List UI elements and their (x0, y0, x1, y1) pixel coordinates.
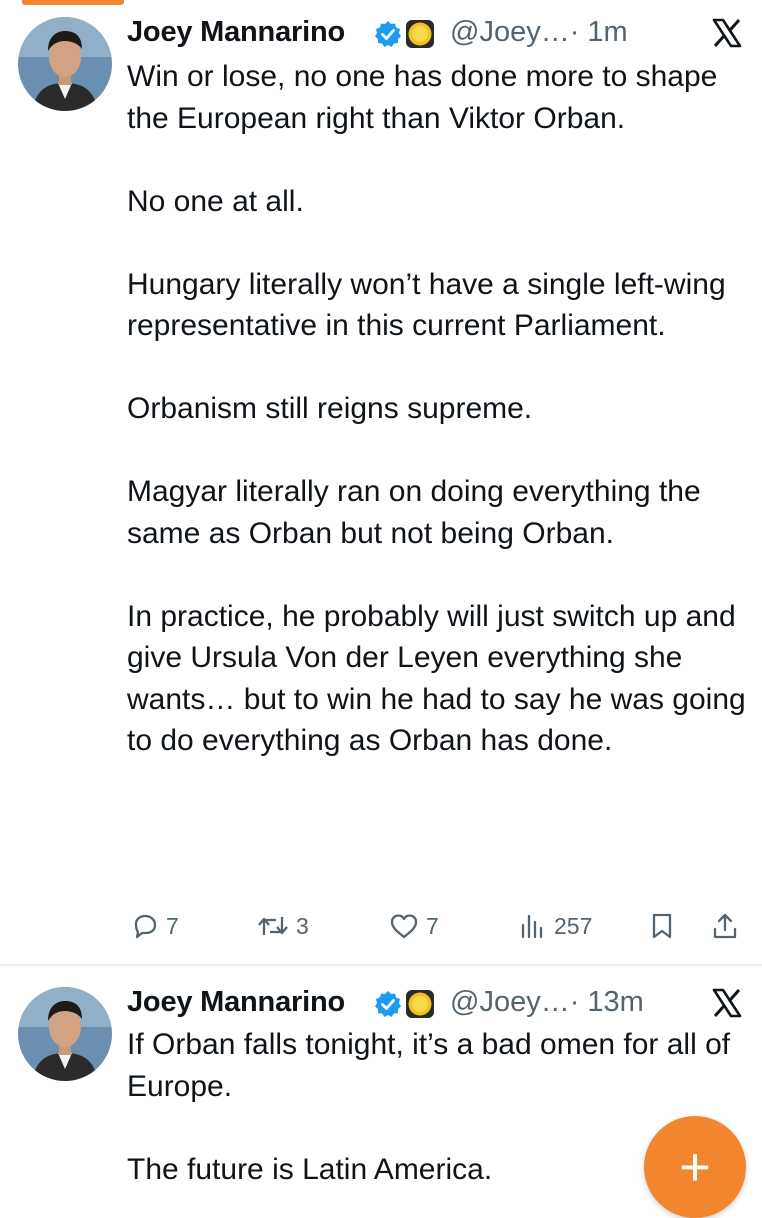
coin-emoji-icon (406, 20, 434, 48)
repost-button[interactable]: 3 (256, 903, 309, 949)
like-icon (390, 914, 418, 939)
handle[interactable]: @Joey… (450, 986, 570, 1018)
tweet-text: Win or lose, no one has done more to sha… (127, 56, 747, 762)
timestamp[interactable]: · 13m (570, 986, 644, 1018)
compose-button[interactable]: + (644, 1116, 746, 1218)
avatar[interactable] (18, 17, 112, 111)
views-icon (521, 914, 543, 939)
handle[interactable]: @Joey… (450, 16, 570, 48)
views-button[interactable]: 257 (518, 903, 592, 949)
timestamp[interactable]: · 1m (570, 16, 628, 48)
reply-icon (134, 914, 157, 939)
x-logo-icon (712, 18, 742, 48)
reply-button[interactable]: 7 (130, 903, 179, 949)
tweet-header: Joey Mannarino @Joey…· 1m (127, 14, 762, 54)
share-button[interactable] (710, 903, 740, 949)
tweet-paragraph: Orbanism still reigns supreme. (127, 392, 533, 425)
tweet-paragraph: If Orban falls tonight, it’s a bad omen … (127, 1028, 731, 1103)
repost-count: 3 (296, 912, 309, 939)
reply-count: 7 (166, 912, 179, 939)
author-name[interactable]: Joey Mannarino (127, 986, 345, 1019)
tweet-paragraph: Magyar literally ran on doing everything… (127, 475, 701, 550)
share-icon (713, 913, 737, 939)
tweet-paragraph: Win or lose, no one has done more to sha… (127, 60, 718, 135)
handle-and-time: @Joey…· 1m (450, 16, 628, 49)
author-name[interactable]: Joey Mannarino (127, 16, 345, 49)
avatar[interactable] (18, 987, 112, 1081)
tweet-paragraph: Hungary literally won’t have a single le… (127, 267, 726, 343)
coin-emoji-icon (406, 990, 434, 1018)
verified-badge-icon (375, 21, 401, 47)
bookmark-button[interactable] (648, 903, 676, 949)
handle-and-time: @Joey…· 13m (450, 986, 644, 1019)
tweet-1[interactable]: Joey Mannarino @Joey…· 1m Win or lose, n… (0, 0, 762, 966)
like-count: 7 (426, 912, 439, 939)
verified-badge-icon (375, 991, 401, 1017)
tweet-paragraph: No one at all. (127, 184, 304, 218)
x-logo-icon (712, 988, 742, 1018)
repost-icon (258, 917, 288, 935)
tweet-header: Joey Mannarino @Joey…· 13m (127, 984, 762, 1024)
compose-plus-icon: + (679, 1137, 711, 1197)
views-count: 257 (554, 912, 593, 939)
tweet-paragraph: In practice, he probably will just switc… (127, 599, 746, 758)
like-button[interactable]: 7 (388, 903, 439, 949)
tweet-actions: 7 3 7 257 (0, 903, 762, 949)
bookmark-icon (652, 913, 672, 939)
